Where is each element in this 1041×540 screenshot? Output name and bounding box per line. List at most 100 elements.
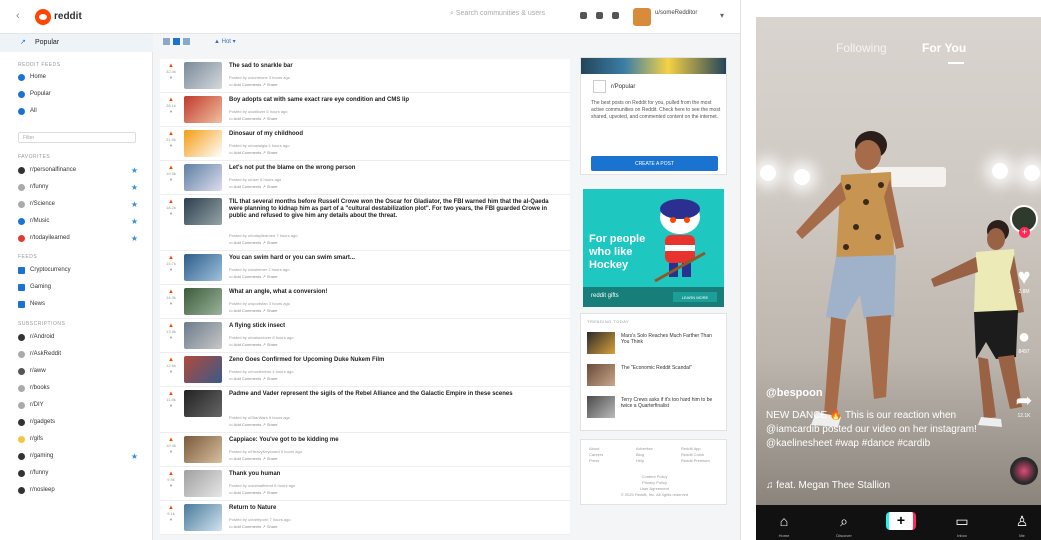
post-title[interactable]: Let's not put the blame on the wrong per… bbox=[229, 165, 559, 172]
card-view-icon[interactable] bbox=[163, 38, 170, 45]
downvote-arrow-icon[interactable]: ▼ bbox=[164, 483, 178, 489]
downvote-arrow-icon[interactable]: ▼ bbox=[164, 517, 178, 523]
footer-link[interactable]: Help bbox=[636, 458, 653, 464]
comments-button[interactable]: Add Comments bbox=[234, 490, 262, 495]
sidebar-item-favorite[interactable]: r/funny ★ bbox=[18, 182, 146, 192]
post-row[interactable]: ▲ 11.8k ▼ Padme and Vader represent the sig… bbox=[160, 387, 570, 433]
comments-button[interactable]: Add Comments bbox=[234, 422, 262, 427]
post-title[interactable]: Thank you human bbox=[229, 471, 559, 478]
sidebar-item-subscription[interactable]: r/aww bbox=[18, 366, 146, 376]
share-button[interactable]: Share bbox=[267, 490, 278, 495]
reddit-logo-icon[interactable] bbox=[35, 9, 51, 25]
reddit-logo-text[interactable]: reddit bbox=[54, 11, 82, 22]
downvote-arrow-icon[interactable]: ▼ bbox=[164, 267, 178, 273]
post-thumbnail[interactable] bbox=[184, 436, 222, 463]
post-row[interactable]: ▲ 9.9k ▼ Thank you human Posted by u/animalf… bbox=[160, 467, 570, 501]
downvote-arrow-icon[interactable]: ▼ bbox=[164, 335, 178, 341]
share-button[interactable]: Share bbox=[267, 184, 278, 189]
popular-icon[interactable] bbox=[580, 12, 587, 19]
search-input[interactable]: ⌕ Search communities & users bbox=[450, 10, 555, 24]
username[interactable]: u/someRedditor bbox=[655, 9, 715, 17]
star-icon[interactable]: ★ bbox=[131, 234, 138, 243]
star-icon[interactable]: ★ bbox=[131, 183, 138, 192]
share-button[interactable]: ➦ 12.1K bbox=[1009, 389, 1039, 419]
comments-button[interactable]: Add Comments bbox=[234, 184, 262, 189]
compact-view-icon[interactable] bbox=[183, 38, 190, 45]
post-thumbnail[interactable] bbox=[184, 254, 222, 281]
post-title[interactable]: Zeno Goes Confirmed for Upcoming Duke Nu… bbox=[229, 357, 559, 364]
sidebar-item-subscription[interactable]: r/gifs bbox=[18, 434, 146, 444]
downvote-arrow-icon[interactable]: ▼ bbox=[164, 301, 178, 307]
view-toggle[interactable] bbox=[163, 38, 190, 45]
sidebar-item-subscription[interactable]: r/Android bbox=[18, 332, 146, 342]
home-icon[interactable]: ⌂ bbox=[774, 513, 794, 529]
post-title[interactable]: TIL that several months before Russell C… bbox=[229, 199, 559, 220]
sidebar-popular-tab[interactable]: ↗ Popular bbox=[0, 34, 153, 52]
share-button[interactable]: Share bbox=[267, 240, 278, 245]
sidebar-item-home[interactable]: Home bbox=[18, 72, 146, 82]
comments-button[interactable]: Add Comments bbox=[234, 274, 262, 279]
comments-button[interactable]: Add Comments bbox=[234, 456, 262, 461]
post-title[interactable]: Boy adopts cat with same exact rare eye … bbox=[229, 97, 559, 104]
creator-avatar[interactable]: + bbox=[1009, 205, 1039, 239]
sidebar-item-subscription[interactable]: r/funny bbox=[18, 468, 146, 478]
learn-more-button[interactable]: LEARN MORE bbox=[673, 292, 717, 302]
share-button[interactable]: Share bbox=[267, 376, 278, 381]
share-button[interactable]: Share bbox=[267, 82, 278, 87]
share-button[interactable]: Share bbox=[267, 116, 278, 121]
share-button[interactable]: Share bbox=[267, 150, 278, 155]
music-label[interactable]: ♫ feat. Megan Thee Stallion bbox=[766, 480, 890, 491]
comments-button[interactable]: Add Comments bbox=[234, 240, 262, 245]
create-post-button[interactable]: CREATE A POST bbox=[591, 156, 718, 171]
like-button[interactable]: ♥ 2.8M bbox=[1009, 265, 1039, 296]
comments-button[interactable]: Add Comments bbox=[234, 342, 262, 347]
post-thumbnail[interactable] bbox=[184, 390, 222, 417]
notifications-icon[interactable] bbox=[612, 12, 619, 19]
sidebar-item-favorite[interactable]: r/Music ★ bbox=[18, 216, 146, 226]
post-title[interactable]: A flying stick insect bbox=[229, 323, 559, 330]
sidebar-item-subscription[interactable]: r/DIY bbox=[18, 400, 146, 410]
back-arrow-icon[interactable]: ‹ bbox=[16, 10, 20, 22]
post-thumbnail[interactable] bbox=[184, 504, 222, 531]
comments-button[interactable]: Add Comments bbox=[234, 82, 262, 87]
sidebar-item-subscription[interactable]: r/gadgets bbox=[18, 417, 146, 427]
downvote-arrow-icon[interactable]: ▼ bbox=[164, 449, 178, 455]
downvote-arrow-icon[interactable]: ▼ bbox=[164, 211, 178, 217]
create-video-button[interactable]: + bbox=[886, 512, 916, 530]
post-title[interactable]: What an angle, what a conversion! bbox=[229, 289, 559, 296]
share-button[interactable]: Share bbox=[267, 342, 278, 347]
inbox-icon[interactable]: ▭ bbox=[952, 513, 972, 529]
sidebar-item-feed[interactable]: Gaming bbox=[18, 282, 146, 292]
share-button[interactable]: Share bbox=[267, 524, 278, 529]
post-row[interactable]: ▲ 9.1k ▼ Return to Nature Posted by u/earthp… bbox=[160, 501, 570, 535]
post-title[interactable]: Return to Nature bbox=[229, 505, 559, 512]
sidebar-item-feed[interactable]: Cryptocurrency bbox=[18, 265, 146, 275]
trending-item[interactable]: Mars's Solo Reaches Much Farther Than Yo… bbox=[587, 332, 722, 358]
post-row[interactable]: ▲ 13.9k ▼ A flying stick insect Posted by u/… bbox=[160, 319, 570, 353]
share-button[interactable]: Share bbox=[267, 422, 278, 427]
sidebar-item-subscription[interactable]: r/gaming ★ bbox=[18, 451, 146, 461]
star-icon[interactable]: ★ bbox=[131, 452, 138, 461]
tab-for-you[interactable]: For You bbox=[922, 41, 966, 55]
avatar[interactable] bbox=[633, 8, 651, 26]
post-thumbnail[interactable] bbox=[184, 356, 222, 383]
star-icon[interactable]: ★ bbox=[131, 200, 138, 209]
trending-item[interactable]: Terry Crews asks if it's too hard him to… bbox=[587, 396, 722, 422]
post-row[interactable]: ▲ 14.3k ▼ What an angle, what a conversion!… bbox=[160, 285, 570, 319]
post-row[interactable]: ▲ 32.4k ▼ The sad to snarkle bar Posted by u… bbox=[160, 59, 570, 93]
advertisement[interactable]: For people who like Hockey reddit gifts … bbox=[583, 189, 724, 307]
sidebar-item-popular[interactable]: Popular bbox=[18, 89, 146, 99]
sidebar-filter-input[interactable]: Filter bbox=[18, 132, 136, 143]
post-title[interactable]: The sad to snarkle bar bbox=[229, 63, 559, 70]
chevron-down-icon[interactable]: ▾ bbox=[720, 11, 724, 20]
trending-item[interactable]: The "Economic Reddit Scandal" bbox=[587, 364, 722, 390]
share-button[interactable]: Share bbox=[267, 308, 278, 313]
share-button[interactable]: Share bbox=[267, 456, 278, 461]
downvote-arrow-icon[interactable]: ▼ bbox=[164, 143, 178, 149]
post-title[interactable]: Cappiace: You've got to be kidding me bbox=[229, 437, 559, 444]
creator-username[interactable]: @bespoon bbox=[766, 387, 823, 399]
star-icon[interactable]: ★ bbox=[131, 217, 138, 226]
profile-icon[interactable]: ♙ bbox=[1012, 513, 1032, 529]
tab-following[interactable]: Following bbox=[836, 41, 887, 55]
sidebar-item-subscription[interactable]: r/AskReddit bbox=[18, 349, 146, 359]
